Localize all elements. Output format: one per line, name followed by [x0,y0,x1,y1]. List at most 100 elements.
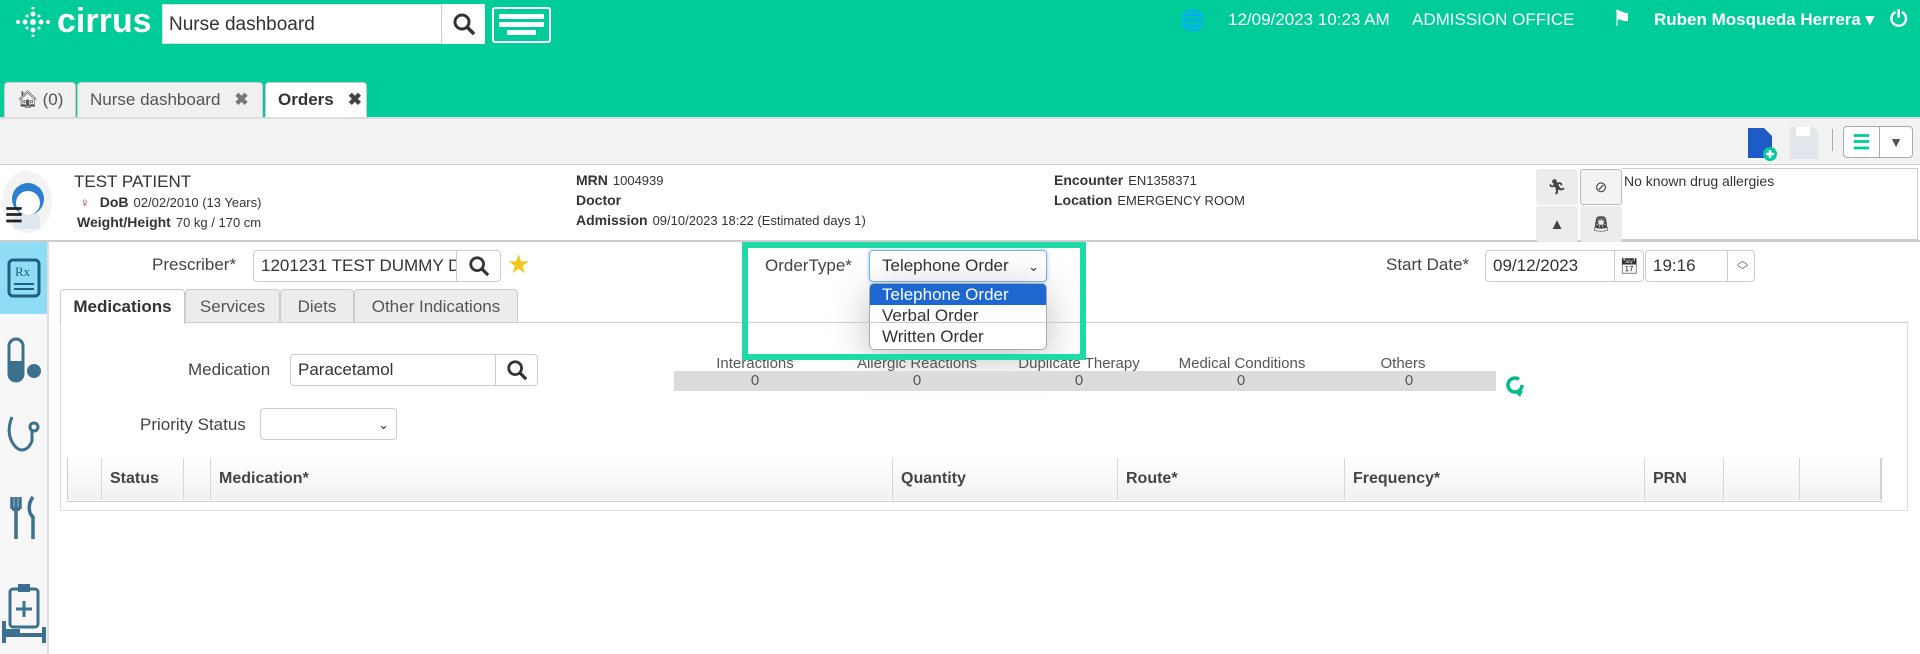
office-name[interactable]: ADMISSION OFFICE [1412,10,1574,30]
sidebar-item-medications[interactable] [0,334,47,386]
prescriber-search-button[interactable] [456,250,501,282]
weight-height-label: Weight/Height [77,214,171,230]
sidebar-item-diets[interactable] [0,492,47,544]
user-menu[interactable]: Ruben Mosqueda Herrera ▾ [1654,10,1874,30]
caret-down-icon: ▾ [1865,10,1875,29]
check-allergic-reactions-value: 0 [836,371,998,391]
medication-label: Medication [188,360,271,379]
logo-text: cirrus [57,2,152,40]
favorite-star-icon[interactable]: ★ [507,249,530,280]
mrn-label: MRN [576,172,608,188]
check-others-label: Others [1380,355,1426,372]
no-allergy-icon[interactable]: ⊘ [1580,169,1622,205]
chevron-down-icon: ⌄ [378,417,389,432]
check-medical-conditions-label: Medical Conditions [1178,355,1306,372]
allergies-text: No known drug allergies [1622,168,1918,240]
sidebar-item-services[interactable] [0,410,47,462]
weight-height-value: 70 kg / 170 cm [175,215,262,230]
tab-home[interactable]: 🏠︎ (0) [4,82,76,117]
sidebar: Rx [0,242,49,654]
table-header-medication[interactable]: Medication* [211,458,893,500]
prescriber-input[interactable]: 1201231 TEST DUMMY DOCTOR [253,250,457,282]
prescriber-label: Prescriber* [152,255,237,274]
keyboard-icon [499,14,544,35]
tab-label: Nurse dashboard [90,90,221,109]
admission-label: Admission [576,212,648,228]
highlight-box [742,242,1086,360]
dob-value: 02/02/2010 (13 Years) [133,195,262,210]
sidebar-item-bed[interactable] [0,612,47,652]
table-header-action-1 [1724,458,1800,500]
check-medical-conditions-value: 0 [1160,371,1322,391]
patient-banner: ☰ TEST PATIENT ♀ DoB 02/02/2010 (13 Years)… [0,165,1920,242]
search-icon [468,256,489,277]
new-document-icon[interactable] [1746,126,1778,162]
doctor-label: Doctor [576,192,622,208]
start-date-input[interactable]: 09/12/2023 [1485,250,1615,282]
tab-medications[interactable]: Medications [60,289,185,324]
divider [1832,129,1833,151]
global-search-input[interactable]: Nurse dashboard [162,4,442,44]
table-header-status[interactable]: Status [102,458,184,500]
start-date-label: Start Date* [1386,255,1470,274]
time-spinner-icon[interactable]: ︿ ﹀ [1727,251,1754,281]
priority-status-label: Priority Status [140,415,246,434]
prescription-icon: Rx [7,258,40,298]
tab-other-indications[interactable]: Other Indications [354,289,518,323]
medication-search-button[interactable] [495,354,538,386]
table-header-quantity[interactable]: Quantity [893,458,1118,500]
start-time-value: 19:16 [1653,256,1696,275]
admission-value: 09/10/2023 18:22 (Estimated days 1) [652,213,866,228]
datetime: 12/09/2023 10:23 AM [1228,10,1390,29]
location-label: Location [1054,192,1113,208]
search-button[interactable] [441,4,485,44]
alarm-icon[interactable]: 🚨︎ [1580,206,1622,242]
list-view-button[interactable]: ☰ ▼ [1843,126,1913,158]
check-others-value: 0 [1322,371,1496,391]
warning-icon[interactable]: ▲ [1536,206,1578,242]
table-header-select [68,458,102,500]
svg-text:Rx: Rx [15,264,31,279]
close-icon[interactable]: ✖ [348,90,362,110]
logo-dots-icon [16,6,50,37]
fall-risk-icon[interactable]: 🏃︎ [1536,169,1578,205]
medication-input[interactable]: Paracetamol [290,354,496,386]
tab-nurse-dashboard[interactable]: Nurse dashboard ✖ [77,82,263,117]
tab-label: Orders [278,90,334,109]
menu-icon[interactable]: ☰ [5,203,23,228]
sidebar-item-prescription[interactable]: Rx [0,242,47,314]
table-header-frequency[interactable]: Frequency* [1345,458,1645,500]
tab-label: (0) [42,90,64,109]
table-header-route[interactable]: Route* [1118,458,1345,500]
table-header-action-2 [1800,458,1881,500]
start-time-input[interactable]: 19:16 ︿ ﹀ [1645,250,1755,282]
globe-icon[interactable]: 🌐 [1180,8,1205,33]
search-icon [453,13,475,36]
list-icon: ☰ [1844,127,1880,157]
mrn-value: 1004939 [612,173,664,188]
keyboard-button[interactable] [492,7,551,43]
flag-icon[interactable]: ⚑ [1612,6,1632,32]
user-name: Ruben Mosqueda Herrera [1654,10,1861,29]
tab-services[interactable]: Services [185,289,280,323]
pill-icon [7,337,41,383]
stethoscope-icon [7,416,39,452]
refresh-icon[interactable] [1503,373,1527,397]
check-duplicate-therapy-value: 0 [998,371,1160,391]
power-icon[interactable]: ⏻ [1890,6,1907,32]
save-icon[interactable] [1790,127,1818,159]
patient-name: TEST PATIENT [74,172,192,191]
tab-orders[interactable]: Orders ✖ [265,82,367,117]
cirrus-logo[interactable]: cirrus [15,2,152,41]
table-header-blank [184,458,211,500]
calendar-icon[interactable]: 📅︎ [1614,250,1644,282]
caret-down-icon[interactable]: ▼ [1880,127,1912,157]
fork-knife-icon [9,495,35,539]
priority-status-select[interactable]: ⌄ [260,408,397,440]
home-icon: 🏠︎ [17,90,39,109]
tab-diets[interactable]: Diets [280,289,354,323]
dob-label: DoB [99,194,129,210]
check-interactions-value: 0 [674,371,836,391]
table-header-prn[interactable]: PRN [1645,458,1724,500]
close-icon[interactable]: ✖ [234,90,248,110]
